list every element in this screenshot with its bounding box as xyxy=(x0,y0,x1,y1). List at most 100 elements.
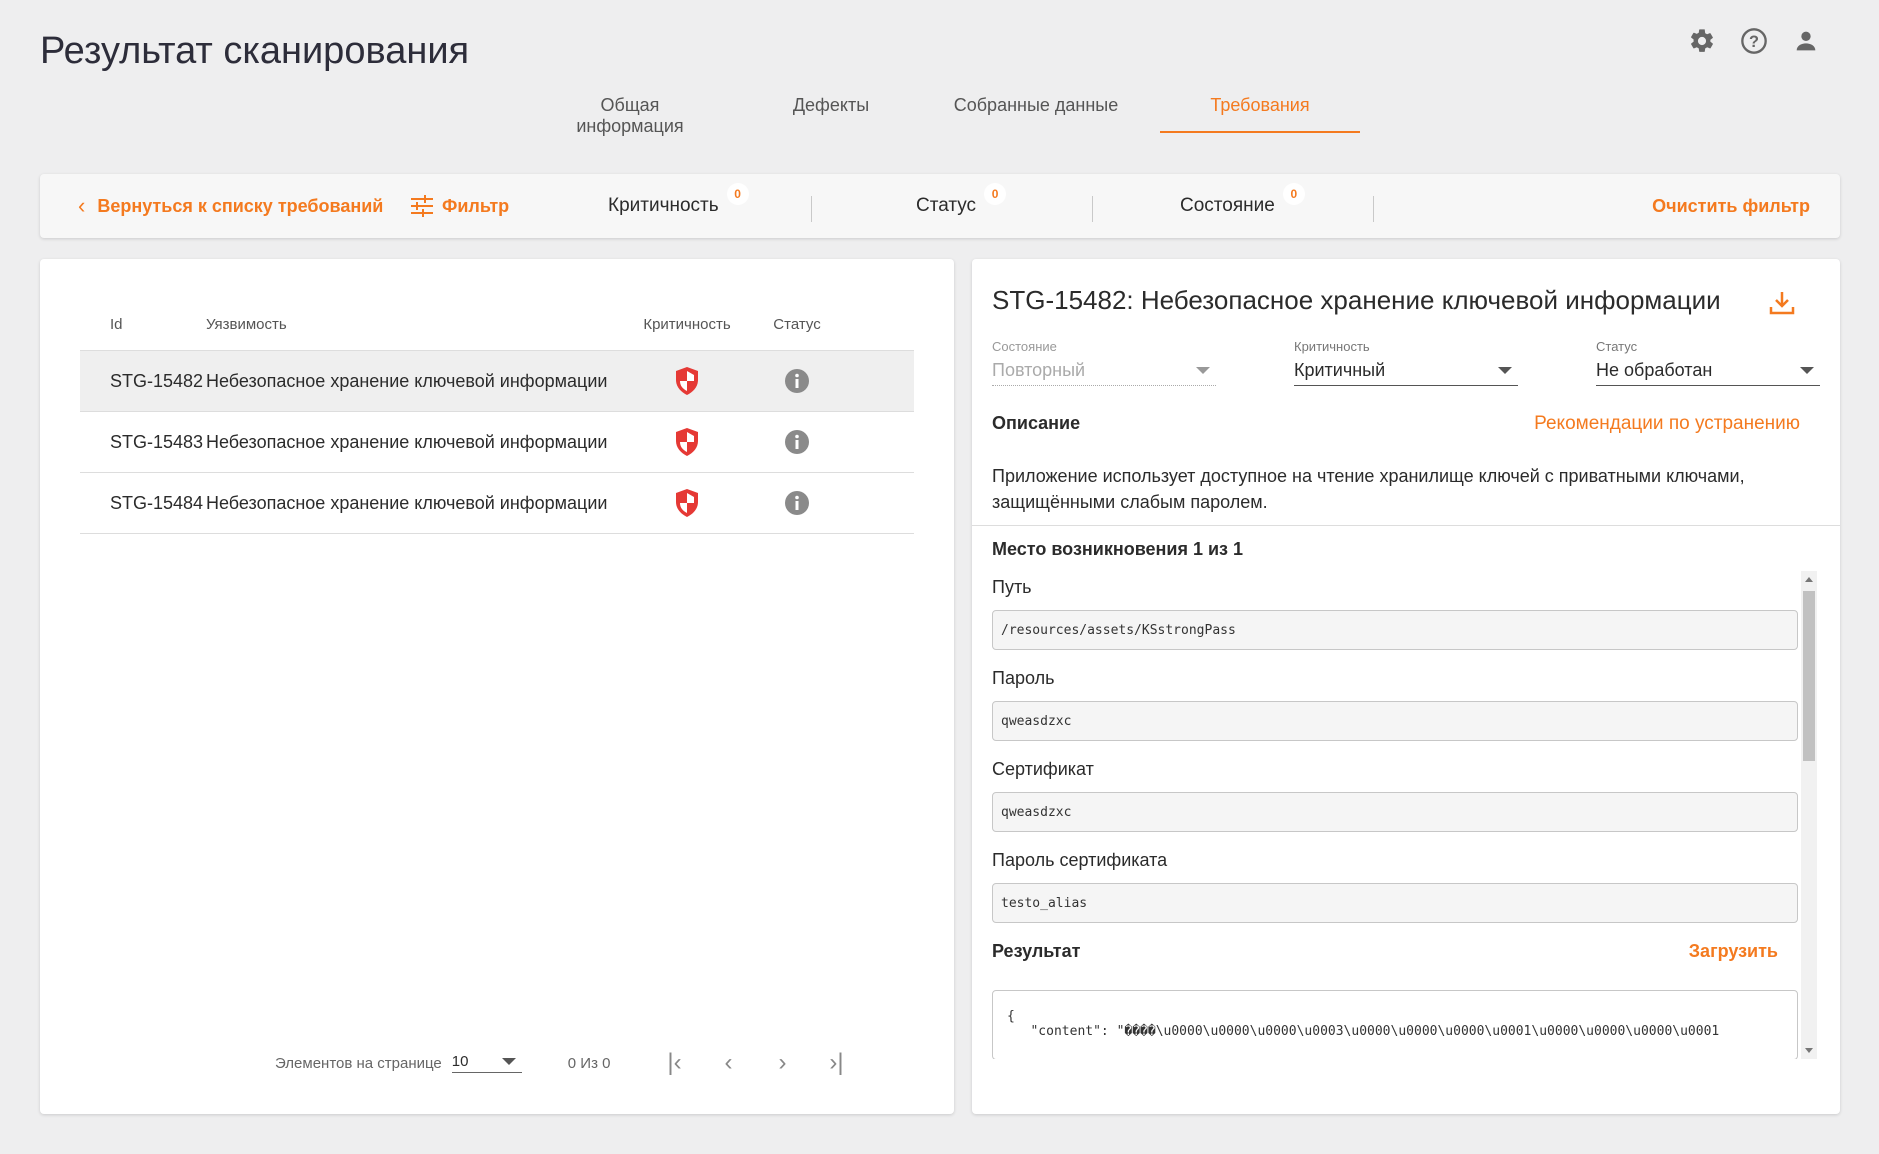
result-header: Результат xyxy=(992,941,1081,961)
help-icon[interactable]: ? xyxy=(1739,26,1769,56)
filter-button-label: Фильтр xyxy=(442,195,510,216)
back-to-requirements-link[interactable]: ‹ Вернуться к списку требований xyxy=(78,174,383,238)
result-output[interactable]: { "content": "����\u0000\u0000\u0000\u00… xyxy=(992,990,1798,1059)
tab-collected-data[interactable]: Собранные данные xyxy=(912,85,1160,133)
description-text: Приложение использует доступное на чтени… xyxy=(992,466,1745,512)
filter-button[interactable]: Фильтр xyxy=(410,174,509,238)
requirement-detail-panel: STG-15482: Небезопасное хранение ключево… xyxy=(972,259,1840,1114)
top-toolbar: ? xyxy=(1687,26,1821,56)
status-count-badge: 0 xyxy=(984,183,1007,205)
chevron-down-icon xyxy=(501,1058,516,1065)
divider xyxy=(972,525,1840,526)
result-load-button[interactable]: Загрузить xyxy=(1689,941,1778,962)
state-select: Состояние Повторный xyxy=(992,339,1216,386)
filter-bar: ‹ Вернуться к списку требований Фильтр К… xyxy=(40,174,1840,238)
user-icon[interactable] xyxy=(1791,26,1821,56)
tab-requirements[interactable]: Требования xyxy=(1160,85,1360,133)
status-select-value: Не обработан xyxy=(1596,360,1713,380)
gear-icon[interactable] xyxy=(1687,26,1717,56)
path-field[interactable]: /resources/assets/KSstrongPass xyxy=(992,610,1798,650)
state-count-badge: 0 xyxy=(1282,183,1305,205)
certificate-password-label: Пароль сертификата xyxy=(992,850,1168,870)
per-page-value: 10 xyxy=(451,1053,469,1070)
column-header-status[interactable]: Статус xyxy=(742,316,852,333)
row-vulnerability: Небезопасное хранение ключевой информаци… xyxy=(206,370,608,391)
filter-divider xyxy=(811,196,812,222)
scrollbar-thumb[interactable] xyxy=(1803,591,1815,761)
shield-icon xyxy=(632,488,742,518)
info-icon xyxy=(742,490,852,516)
page-range: 0 Из 0 xyxy=(567,1054,611,1072)
state-select-label: Состояние xyxy=(992,339,1057,354)
requirements-list-panel: Id Уязвимость Критичность Статус STG-154… xyxy=(40,259,954,1114)
row-id: STG-15482 xyxy=(110,370,204,391)
tab-bar: Общая информация Дефекты Собранные данны… xyxy=(510,85,1360,136)
svg-text:?: ? xyxy=(1749,33,1759,51)
filter-divider xyxy=(1373,196,1374,222)
detail-title: STG-15482: Небезопасное хранение ключево… xyxy=(992,285,1721,315)
certificate-field[interactable]: qweasdzxc xyxy=(992,792,1798,832)
table-row[interactable]: STG-15482 Небезопасное хранение ключевой… xyxy=(80,351,914,412)
pagination: Элементов на странице 10 0 Из 0 |‹ ‹ › ›… xyxy=(275,1049,848,1077)
criticality-filter[interactable]: Критичность 0 xyxy=(608,174,749,238)
download-icon[interactable] xyxy=(1768,289,1796,322)
row-vulnerability: Небезопасное хранение ключевой информаци… xyxy=(206,431,608,452)
requirements-table: Id Уязвимость Критичность Статус STG-154… xyxy=(80,299,914,534)
per-page-select[interactable]: 10 xyxy=(451,1053,522,1073)
tab-general-info[interactable]: Общая информация xyxy=(510,85,750,136)
chevron-down-icon xyxy=(1196,367,1210,374)
criticality-filter-label: Критичность xyxy=(608,195,719,216)
column-header-id[interactable]: Id xyxy=(80,316,206,333)
column-header-criticality[interactable]: Критичность xyxy=(632,316,742,333)
certificate-label: Сертификат xyxy=(992,759,1094,779)
state-select-value: Повторный xyxy=(992,360,1086,380)
chevron-down-icon xyxy=(1498,367,1512,374)
row-id: STG-15483 xyxy=(110,431,204,452)
vertical-scrollbar[interactable] xyxy=(1801,571,1817,1059)
status-filter-label: Статус xyxy=(916,195,977,216)
first-page-icon[interactable]: |‹ xyxy=(662,1049,686,1077)
row-id: STG-15484 xyxy=(110,492,204,513)
clear-filter-button[interactable]: Очистить фильтр xyxy=(1652,174,1810,238)
row-vulnerability: Небезопасное хранение ключевой информаци… xyxy=(206,492,608,513)
scroll-down-icon[interactable] xyxy=(1805,1048,1813,1053)
path-label: Путь xyxy=(992,577,1032,597)
shield-icon xyxy=(632,427,742,457)
status-filter[interactable]: Статус 0 xyxy=(916,174,1007,238)
criticality-select-value: Критичный xyxy=(1294,360,1386,380)
page-nav: |‹ ‹ › ›| xyxy=(662,1049,848,1077)
certificate-password-field[interactable]: testo_alias xyxy=(992,883,1798,923)
table-header: Id Уязвимость Критичность Статус xyxy=(80,299,914,351)
info-icon xyxy=(742,429,852,455)
filter-sliders-icon xyxy=(411,195,433,217)
table-row[interactable]: STG-15483 Небезопасное хранение ключевой… xyxy=(80,412,914,473)
filter-divider xyxy=(1092,196,1093,222)
chevron-down-icon xyxy=(1800,367,1814,374)
back-link-label: Вернуться к списку требований xyxy=(97,195,384,216)
info-icon xyxy=(742,368,852,394)
password-label: Пароль xyxy=(992,668,1055,688)
description-header: Описание xyxy=(992,413,1081,433)
table-row[interactable]: STG-15484 Небезопасное хранение ключевой… xyxy=(80,473,914,534)
page-title: Результат сканирования xyxy=(40,30,470,72)
location-header: Место возникновения 1 из 1 xyxy=(992,539,1244,559)
per-page-label: Элементов на странице xyxy=(275,1054,442,1072)
location-scroll-area[interactable]: Путь /resources/assets/KSstrongPass Паро… xyxy=(992,571,1818,1059)
criticality-select-label: Критичность xyxy=(1294,339,1370,354)
scroll-up-icon[interactable] xyxy=(1805,577,1813,582)
criticality-select[interactable]: Критичность Критичный xyxy=(1294,339,1518,386)
shield-icon xyxy=(632,366,742,396)
state-filter[interactable]: Состояние 0 xyxy=(1180,174,1305,238)
recommendations-link[interactable]: Рекомендации по устранению xyxy=(1534,413,1800,435)
last-page-icon[interactable]: ›| xyxy=(824,1049,848,1077)
next-page-icon[interactable]: › xyxy=(770,1049,794,1077)
criticality-count-badge: 0 xyxy=(726,183,749,205)
chevron-left-icon: ‹ xyxy=(78,193,86,218)
prev-page-icon[interactable]: ‹ xyxy=(716,1049,740,1077)
password-field[interactable]: qweasdzxc xyxy=(992,701,1798,741)
column-header-vulnerability[interactable]: Уязвимость xyxy=(206,316,632,333)
state-filter-label: Состояние xyxy=(1180,195,1275,216)
status-select-label: Статус xyxy=(1596,339,1638,354)
tab-defects[interactable]: Дефекты xyxy=(750,85,912,133)
status-select[interactable]: Статус Не обработан xyxy=(1596,339,1820,386)
